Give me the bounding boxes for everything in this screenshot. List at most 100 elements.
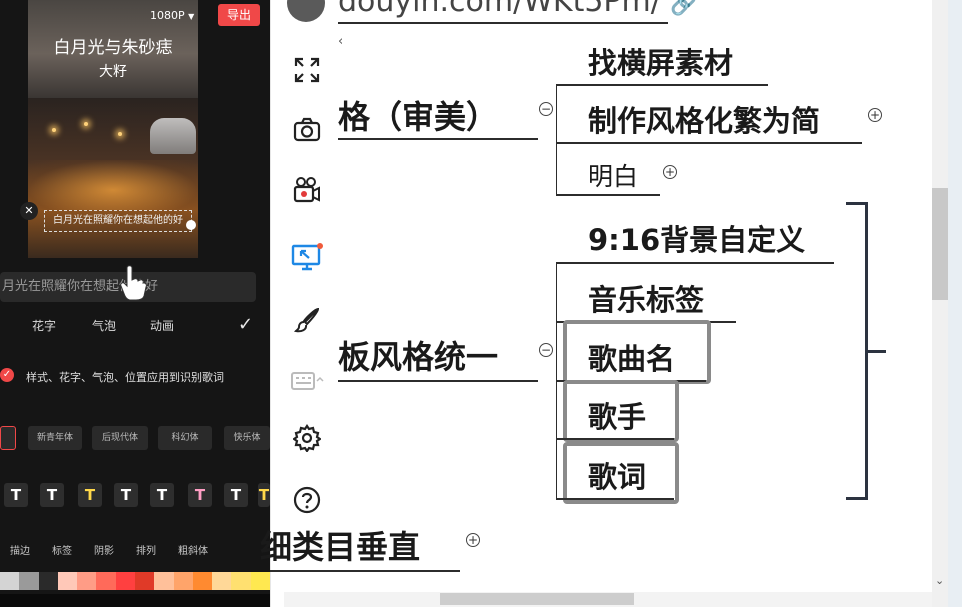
collapse-node-icon[interactable]: − xyxy=(539,102,553,116)
street-lamp xyxy=(118,132,122,136)
text-style-option[interactable]: T xyxy=(224,483,248,507)
node-lyrics[interactable]: 歌词 xyxy=(588,454,646,496)
style-tab-bold-italic[interactable]: 粗斜体 xyxy=(178,542,208,557)
font-chip[interactable]: 后现代体 xyxy=(92,426,148,450)
brush-icon[interactable] xyxy=(287,302,327,338)
style-tab-arrange[interactable]: 排列 xyxy=(136,542,156,557)
street-glow xyxy=(28,160,198,210)
screen-share-icon[interactable] xyxy=(287,240,327,276)
expand-node-icon[interactable]: + xyxy=(466,533,480,547)
node-make-style[interactable]: 制作风格化繁为简 xyxy=(588,98,820,140)
node-underline xyxy=(556,84,768,86)
color-swatch[interactable] xyxy=(192,572,213,590)
vertical-scrollbar[interactable] xyxy=(932,0,948,607)
close-icon[interactable]: ✕ xyxy=(20,202,38,220)
confirm-check-icon[interactable]: ✓ xyxy=(238,314,253,335)
tab-qipao[interactable]: 气泡 xyxy=(92,317,116,334)
text-style-option[interactable]: T xyxy=(78,483,102,507)
node-find-landscape[interactable]: 找横屏素材 xyxy=(588,40,733,82)
text-style-option[interactable]: T xyxy=(258,483,270,507)
expand-icon[interactable] xyxy=(287,52,327,88)
camera-icon[interactable] xyxy=(287,112,327,148)
avatar[interactable] xyxy=(287,0,325,22)
url-text: douyin.com/WKt5Pm/ xyxy=(338,0,661,19)
collapse-node-icon[interactable]: − xyxy=(539,343,553,357)
help-icon[interactable] xyxy=(287,482,327,518)
node-underline xyxy=(556,498,674,500)
color-swatch[interactable] xyxy=(0,572,20,590)
hand-cursor-icon xyxy=(118,264,148,302)
node-underline xyxy=(338,138,538,140)
expand-node-icon[interactable]: + xyxy=(663,165,677,179)
settings-icon[interactable] xyxy=(287,420,327,456)
node-underline xyxy=(338,22,668,24)
window-edge xyxy=(948,0,962,607)
color-swatch[interactable] xyxy=(231,572,252,590)
font-chip[interactable]: 科幻体 xyxy=(158,426,212,450)
node-style-aesthetic[interactable]: 格（审美） xyxy=(338,92,498,138)
color-swatch[interactable] xyxy=(154,572,175,590)
tab-animation[interactable]: 动画 xyxy=(150,317,174,334)
street-lamp xyxy=(52,128,56,132)
video-editor-panel: 1080P ▼ 导出 白月光与朱砂痣 大籽 ✕ 白月光在照耀你在想起他的好 月光… xyxy=(0,0,270,607)
node-template-unified[interactable]: 板风格统一 xyxy=(338,332,498,378)
street-lamp xyxy=(84,122,88,126)
color-swatch[interactable] xyxy=(115,572,136,590)
node-underline xyxy=(556,194,660,196)
text-style-option[interactable]: T xyxy=(40,483,64,507)
node-category-vertical[interactable]: 细类目垂直 xyxy=(260,522,420,568)
node-underline xyxy=(338,380,538,382)
expand-node-icon[interactable]: + xyxy=(868,108,882,122)
node-song-name[interactable]: 歌曲名 xyxy=(588,336,675,378)
vertical-scrollbar-thumb[interactable] xyxy=(932,188,948,300)
apply-toggle-checkbox[interactable]: ✓ xyxy=(0,368,14,382)
node-underline xyxy=(556,262,834,264)
text-style-option[interactable]: T xyxy=(4,483,28,507)
style-tab-stroke[interactable]: 描边 xyxy=(10,542,30,557)
node-music-tag[interactable]: 音乐标签 xyxy=(588,277,704,319)
tab-huazi[interactable]: 花字 xyxy=(32,317,56,334)
resolution-label: 1080P xyxy=(150,9,185,22)
node-understand[interactable]: 明白 xyxy=(588,157,638,193)
scroll-down-arrow-icon[interactable]: ⌄ xyxy=(935,574,944,587)
lyric-text-box[interactable]: 白月光在照耀你在想起他的好 xyxy=(44,210,192,232)
video-camera-icon[interactable] xyxy=(287,172,327,208)
style-tab-label[interactable]: 标签 xyxy=(52,542,72,557)
url-node[interactable]: douyin.com/WKt5Pm/ 🔗 xyxy=(338,0,698,19)
color-swatch[interactable] xyxy=(57,572,78,590)
node-underline xyxy=(270,570,460,572)
text-style-option[interactable]: T xyxy=(114,483,138,507)
export-button[interactable]: 导出 xyxy=(218,4,260,26)
bracket-tick xyxy=(866,350,886,353)
font-chip[interactable]: 新青年体 xyxy=(28,426,82,450)
text-style-option[interactable]: T xyxy=(188,483,212,507)
keyboard-icon[interactable] xyxy=(287,362,327,398)
color-swatch[interactable] xyxy=(19,572,40,590)
resolution-selector[interactable]: 1080P ▼ xyxy=(150,9,194,22)
font-chip[interactable]: 快乐体 xyxy=(224,426,270,450)
collapse-chevron-icon[interactable]: ‹ xyxy=(338,34,343,49)
summary-bracket xyxy=(846,202,868,500)
node-singer[interactable]: 歌手 xyxy=(588,394,646,436)
rotate-handle-icon[interactable] xyxy=(186,220,196,230)
apply-to-lyrics-label: 样式、花字、气泡、位置应用到识别歌词 xyxy=(26,371,224,384)
text-style-option[interactable]: T xyxy=(150,483,174,507)
node-ratio-bg[interactable]: 9:16背景自定义 xyxy=(588,217,805,259)
color-swatch[interactable] xyxy=(250,572,270,590)
font-chip-selected[interactable] xyxy=(0,426,16,450)
color-swatch[interactable] xyxy=(212,572,233,590)
node-underline xyxy=(556,438,674,440)
style-tab-shadow[interactable]: 阴影 xyxy=(94,542,114,557)
color-swatch[interactable] xyxy=(38,572,59,590)
video-title: 白月光与朱砂痣 xyxy=(53,38,173,58)
color-swatch[interactable] xyxy=(96,572,117,590)
color-swatch[interactable] xyxy=(173,572,194,590)
link-icon[interactable]: 🔗 xyxy=(670,0,697,17)
android-nav-bar xyxy=(0,594,270,607)
node-underline xyxy=(556,142,862,144)
chevron-down-icon: ▼ xyxy=(188,12,195,21)
color-swatch[interactable] xyxy=(135,572,155,590)
horizontal-scrollbar-thumb[interactable] xyxy=(440,593,634,605)
color-swatch[interactable] xyxy=(77,572,98,590)
branch-connector xyxy=(556,84,557,194)
